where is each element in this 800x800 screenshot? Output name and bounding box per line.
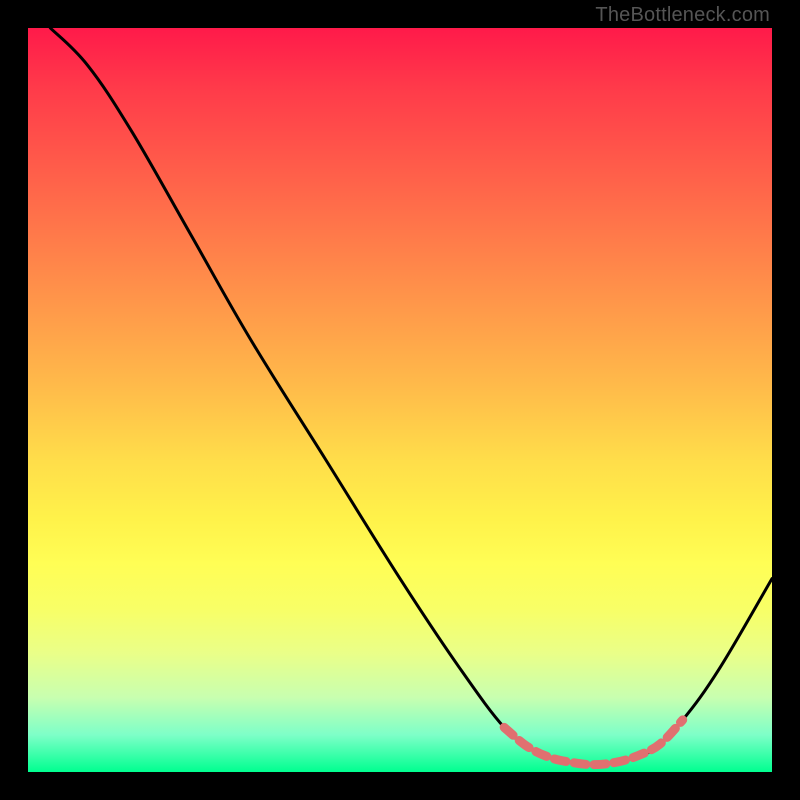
curve-svg	[28, 28, 772, 772]
bottleneck-curve	[50, 28, 772, 765]
plot-area	[28, 28, 772, 772]
chart-container: TheBottleneck.com	[0, 0, 800, 800]
watermark-text: TheBottleneck.com	[595, 4, 770, 27]
optimal-region-dashes	[504, 720, 683, 765]
